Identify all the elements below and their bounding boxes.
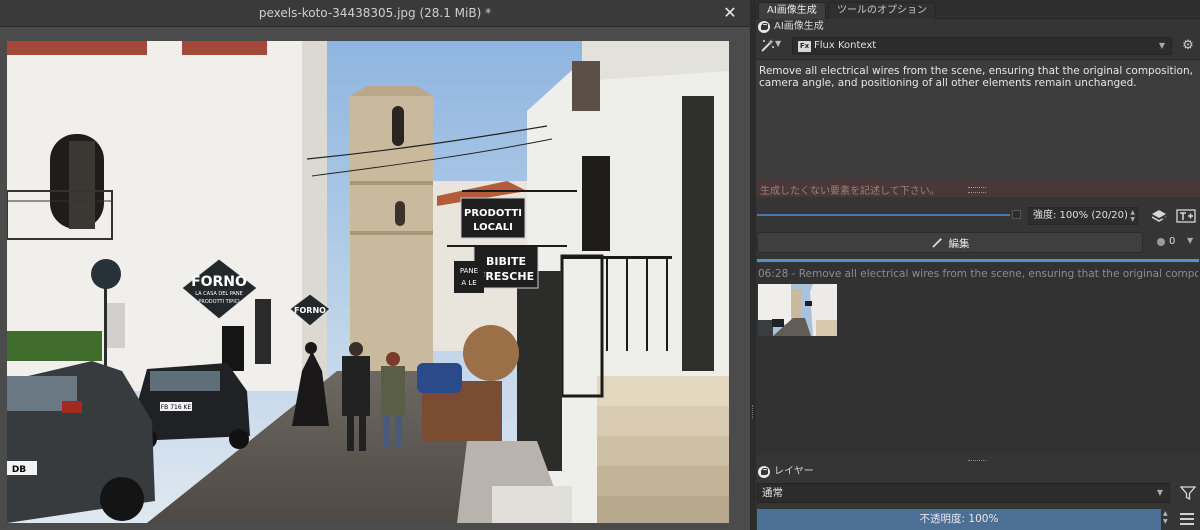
history-thumbnail[interactable] xyxy=(758,284,837,336)
svg-text:FB 716 KE: FB 716 KE xyxy=(161,404,192,411)
strength-slider-handle[interactable] xyxy=(1012,210,1021,219)
strength-label: 強度: 100% (20/20) xyxy=(1033,210,1128,221)
model-badge-icon: Fx xyxy=(798,41,811,52)
blend-mode-value: 通常 xyxy=(762,487,783,499)
close-icon[interactable]: ✕ xyxy=(722,3,738,23)
panel-tabs: AI画像生成 ツールのオプション xyxy=(756,0,1200,19)
spin-arrows-icon[interactable]: ▲ ▼ xyxy=(1163,510,1171,528)
menu-icon[interactable] xyxy=(1180,513,1194,525)
queue-status-icon xyxy=(1157,238,1165,246)
layers-section-header: レイヤー xyxy=(756,464,1200,480)
stairs xyxy=(597,376,729,523)
magic-wand-icon[interactable] xyxy=(759,38,775,54)
strength-slider[interactable] xyxy=(757,214,1010,216)
svg-text:A LE: A LE xyxy=(461,279,476,287)
layer-stack-icon[interactable] xyxy=(1150,208,1168,224)
prompt-input[interactable]: Remove all electrical wires from the sce… xyxy=(756,59,1200,179)
section-title: AI画像生成 xyxy=(774,21,824,32)
strength-row: 強度: 100% (20/20) ▲ ▼ xyxy=(756,206,1200,226)
progress-bar xyxy=(757,259,1199,262)
splitter-grip xyxy=(752,405,754,419)
ai-section-header: AI画像生成 xyxy=(756,19,1200,35)
bell-tower xyxy=(350,86,433,376)
gear-icon[interactable]: ⚙ xyxy=(1180,38,1196,54)
filter-icon[interactable] xyxy=(1180,485,1196,501)
model-row: ▼ Fx Flux Kontext ▼ ⚙ xyxy=(756,36,1200,56)
document-view: pexels-koto-34438305.jpg (28.1 MiB) * ✕ xyxy=(0,0,750,530)
resize-grip[interactable] xyxy=(968,187,986,193)
document-tab[interactable]: pexels-koto-34438305.jpg (28.1 MiB) * ✕ xyxy=(0,0,750,27)
text-plus-icon[interactable] xyxy=(1176,208,1196,224)
svg-text:PRODOTTI: PRODOTTI xyxy=(464,208,522,219)
pane-sign: PANE A LE xyxy=(454,261,484,293)
chevron-down-icon[interactable]: ▼ xyxy=(1187,236,1193,245)
svg-text:LOCALI: LOCALI xyxy=(473,222,513,233)
prodotti-sign: PRODOTTI LOCALI xyxy=(460,197,526,239)
svg-text:LA CASA DEL PANE: LA CASA DEL PANE xyxy=(195,291,243,297)
canvas-image[interactable]: FORNO LA CASA DEL PANE PRODOTTI TIPICI F… xyxy=(7,41,729,523)
opacity-row: 不透明度: 100% ▲ ▼ xyxy=(756,508,1200,530)
chevron-down-icon: ▼ xyxy=(1156,488,1163,497)
canvas-area[interactable]: FORNO LA CASA DEL PANE PRODOTTI TIPICI F… xyxy=(0,27,750,530)
svg-text:FRESCHE: FRESCHE xyxy=(478,270,534,283)
opacity-slider[interactable]: 不透明度: 100% xyxy=(757,509,1161,530)
spin-arrows-icon[interactable]: ▲ ▼ xyxy=(1130,209,1135,223)
tab-tool-options[interactable]: ツールのオプション xyxy=(828,2,936,19)
svg-text:PANE: PANE xyxy=(460,267,478,275)
wicker-basket xyxy=(463,325,519,381)
layers-title: レイヤー xyxy=(774,466,814,477)
svg-text:FORNO: FORNO xyxy=(294,306,326,315)
svg-text:BIBITE: BIBITE xyxy=(486,255,526,268)
queue-count: 0 xyxy=(1169,236,1176,247)
svg-text:FORNO: FORNO xyxy=(191,274,247,290)
edit-button-label: 編集 xyxy=(948,238,970,250)
lock-icon[interactable] xyxy=(758,466,770,478)
right-building xyxy=(517,41,729,523)
svg-text:DB: DB xyxy=(12,465,26,475)
history-entry-label: 06:28 - Remove all electrical wires from… xyxy=(758,268,1198,280)
chevron-down-icon[interactable]: ▼ xyxy=(775,39,781,48)
menu-board xyxy=(255,299,271,364)
resize-grip[interactable] xyxy=(968,460,986,462)
blend-row: 通常 ▼ xyxy=(756,482,1200,504)
model-select[interactable]: Fx Flux Kontext ▼ xyxy=(792,37,1172,55)
edit-button[interactable]: 編集 xyxy=(757,232,1143,253)
model-name: Flux Kontext xyxy=(814,40,877,51)
history-list: 06:28 - Remove all electrical wires from… xyxy=(756,264,1200,461)
strength-spinbox[interactable]: 強度: 100% (20/20) ▲ ▼ xyxy=(1028,207,1138,225)
ai-panel: AI画像生成 ツールのオプション AI画像生成 ▼ Fx Flux Kontex… xyxy=(756,0,1200,530)
step-block xyxy=(492,486,572,523)
edit-button-content: 編集 xyxy=(758,236,1142,251)
edit-row: 編集 0 ▼ xyxy=(756,232,1200,253)
left-building xyxy=(7,41,327,391)
svg-text:PRODOTTI TIPICI: PRODOTTI TIPICI xyxy=(198,299,239,305)
brush-icon xyxy=(931,237,942,248)
document-title: pexels-koto-34438305.jpg (28.1 MiB) * xyxy=(258,6,492,20)
blue-car xyxy=(417,363,462,393)
lock-icon[interactable] xyxy=(758,21,770,33)
chevron-down-icon: ▼ xyxy=(1158,41,1165,50)
tab-ai-generation[interactable]: AI画像生成 xyxy=(758,2,826,19)
blend-mode-select[interactable]: 通常 ▼ xyxy=(757,483,1170,503)
